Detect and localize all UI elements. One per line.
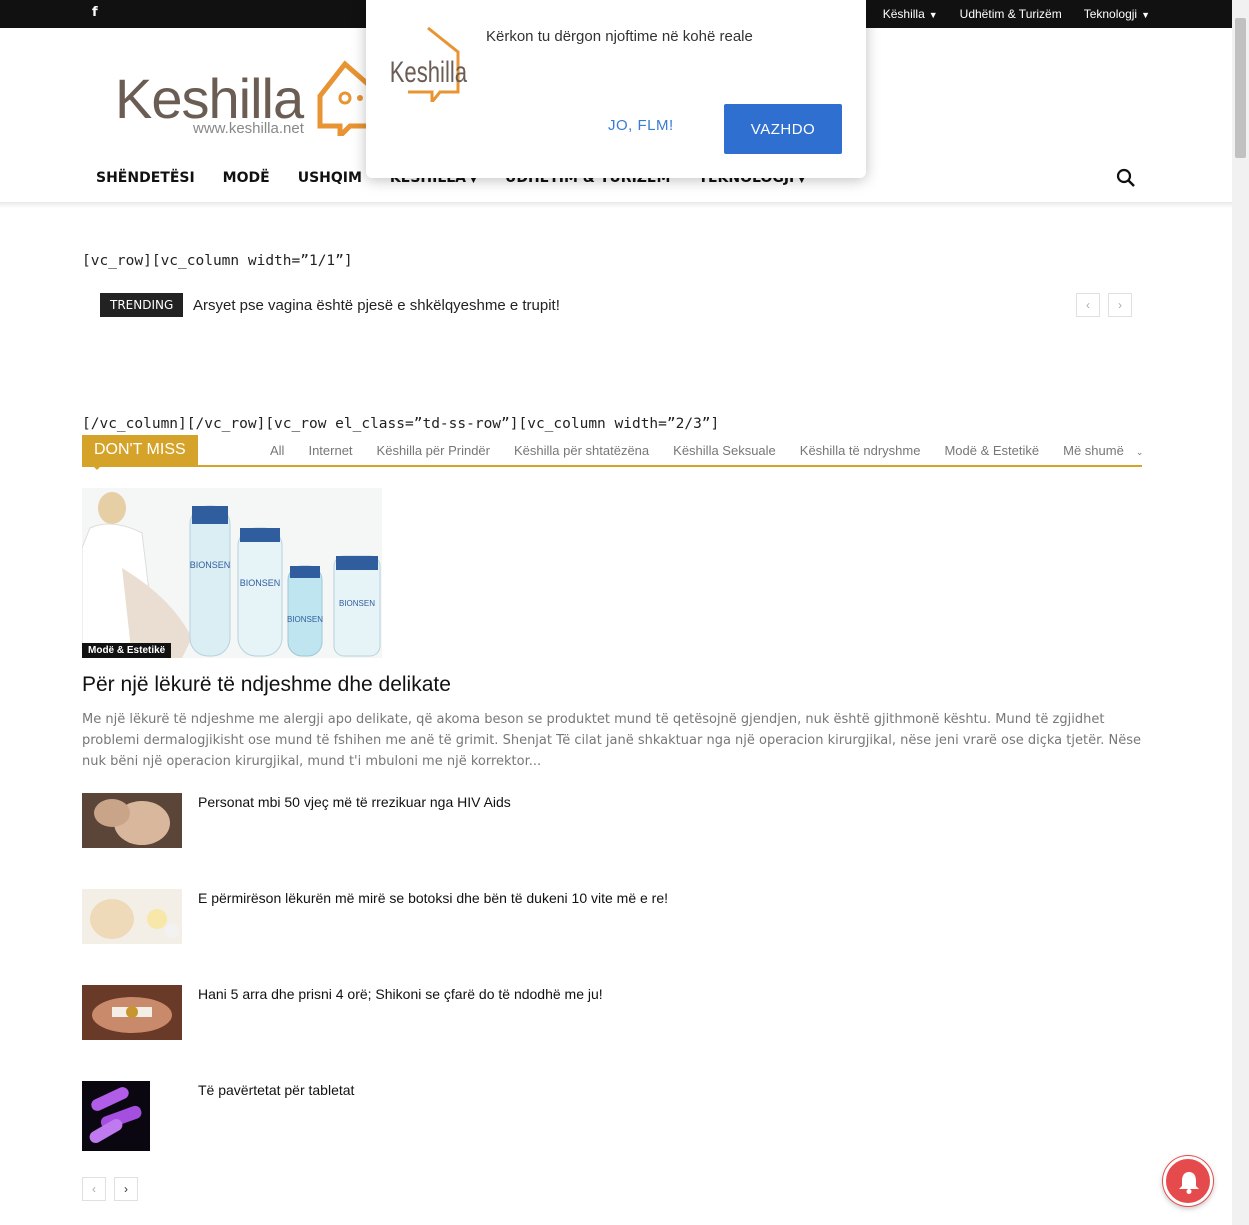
list-item[interactable]: Të pavërtetat për tabletat <box>82 1081 782 1151</box>
filter-internet[interactable]: Internet <box>308 443 352 458</box>
filter-all[interactable]: All <box>270 443 284 458</box>
filter-ndryshme[interactable]: Këshilla të ndryshme <box>800 443 921 458</box>
top-nav-teknologji[interactable]: Teknologji ▼ <box>1084 7 1150 21</box>
article-thumbnail[interactable] <box>82 985 182 1040</box>
featured-image[interactable]: BIONSEN BIONSEN BIONSEN BIONSEN <box>82 488 382 658</box>
facebook-icon[interactable]: f <box>92 5 98 20</box>
decline-button[interactable]: JO, FLM! <box>608 117 674 134</box>
product-label: BIONSEN <box>240 578 281 588</box>
nav-shadow <box>0 202 1232 208</box>
bell-icon <box>1179 1172 1199 1194</box>
list-item[interactable]: Hani 5 arra dhe prisni 4 orë; Shikoni se… <box>82 985 782 1045</box>
dont-miss-underline <box>82 465 1142 467</box>
trending-next-button[interactable]: › <box>1108 293 1132 317</box>
popup-message: Kërkon tu dërgon njoftime në kohë reale <box>486 28 753 45</box>
nav-item-shendetesi[interactable]: SHËNDETËSI <box>96 170 195 186</box>
trending-headline[interactable]: Arsyet pse vagina është pjesë e shkëlqye… <box>193 297 560 314</box>
product-label: BIONSEN <box>287 615 323 624</box>
product-label: BIONSEN <box>339 599 375 608</box>
article-title[interactable]: Hani 5 arra dhe prisni 4 orë; Shikoni se… <box>198 986 603 1002</box>
nav-item-mode[interactable]: MODË <box>223 170 270 186</box>
dont-miss-title: DON'T MISS <box>82 435 198 465</box>
site-logo[interactable]: Keshilla www.keshilla.net <box>115 56 385 146</box>
article-thumbnail[interactable] <box>82 793 182 848</box>
accept-button[interactable]: VAZHDO <box>724 104 842 154</box>
top-nav-label: Udhëtim & Turizëm <box>959 7 1062 21</box>
trending-label: TRENDING <box>100 293 184 317</box>
notification-bell-button[interactable] <box>1163 1156 1213 1206</box>
category-badge[interactable]: Modë & Estetikë <box>82 643 172 658</box>
filter-shtatezena[interactable]: Këshilla për shtatëzëna <box>514 443 649 458</box>
top-nav-label: Teknologji <box>1083 7 1138 21</box>
article-title[interactable]: Personat mbi 50 vjeç më të rrezikuar nga… <box>198 794 511 810</box>
article-title[interactable]: E përmirëson lëkurën më mirë se botoksi … <box>198 890 668 906</box>
featured-illustration: BIONSEN BIONSEN BIONSEN BIONSEN <box>82 488 382 658</box>
featured-excerpt: Me një lëkurë të ndjeshme me alergji apo… <box>82 712 1141 769</box>
list-item[interactable]: Personat mbi 50 vjeç më të rrezikuar nga… <box>82 793 782 853</box>
trending-prev-button[interactable]: ‹ <box>1076 293 1100 317</box>
popup-logo-word: Keshilla <box>390 55 468 89</box>
scrollbar-thumb[interactable] <box>1235 18 1246 158</box>
search-icon[interactable] <box>1116 168 1136 188</box>
notification-popup: Keshilla Kërkon tu dërgon njoftime në ko… <box>366 0 866 178</box>
shortcode-text-top: [vc_row][vc_column width=”1/1”] <box>82 253 353 269</box>
chevron-down-icon: ▼ <box>928 10 938 20</box>
filter-prinder[interactable]: Këshilla për Prindër <box>377 443 490 458</box>
list-item[interactable]: E përmirëson lëkurën më mirë se botoksi … <box>82 889 782 949</box>
filter-more[interactable]: Më shumë ⌄ <box>1063 443 1143 458</box>
top-nav-label: Këshilla <box>882 7 925 21</box>
logo-url: www.keshilla.net <box>193 120 304 137</box>
pager-prev-button[interactable]: ‹ <box>82 1177 106 1201</box>
pager-next-button[interactable]: › <box>114 1177 138 1201</box>
article-thumbnail[interactable] <box>82 889 182 944</box>
nav-item-ushqim[interactable]: USHQIM <box>298 170 362 186</box>
filter-more-label: Më shumë <box>1063 443 1124 458</box>
top-nav: Këshilla ▼ Udhëtim & Turizëm Teknologji ▼ <box>883 7 1150 21</box>
filter-seksuale[interactable]: Këshilla Seksuale <box>673 443 776 458</box>
page-scrollbar[interactable] <box>1232 0 1249 1225</box>
chevron-down-icon: ⌄ <box>1135 447 1144 457</box>
product-label: BIONSEN <box>190 560 231 570</box>
top-nav-keshilla[interactable]: Këshilla ▼ <box>883 7 938 21</box>
featured-title[interactable]: Për një lëkurë të ndjeshme dhe delikate <box>82 673 451 697</box>
article-title[interactable]: Të pavërtetat për tabletat <box>198 1082 354 1098</box>
article-thumbnail[interactable] <box>82 1081 150 1151</box>
category-filters: All Internet Këshilla për Prindër Këshil… <box>270 443 1143 458</box>
chevron-down-icon: ▼ <box>1141 10 1150 20</box>
popup-logo-icon: Keshilla <box>390 26 468 102</box>
filter-mode[interactable]: Modë & Estetikë <box>944 443 1039 458</box>
top-nav-udhetim[interactable]: Udhëtim & Turizëm <box>960 7 1062 21</box>
dont-miss-pointer <box>92 465 102 470</box>
shortcode-text-mid: [/vc_column][/vc_row][vc_row el_class=”t… <box>82 416 720 432</box>
